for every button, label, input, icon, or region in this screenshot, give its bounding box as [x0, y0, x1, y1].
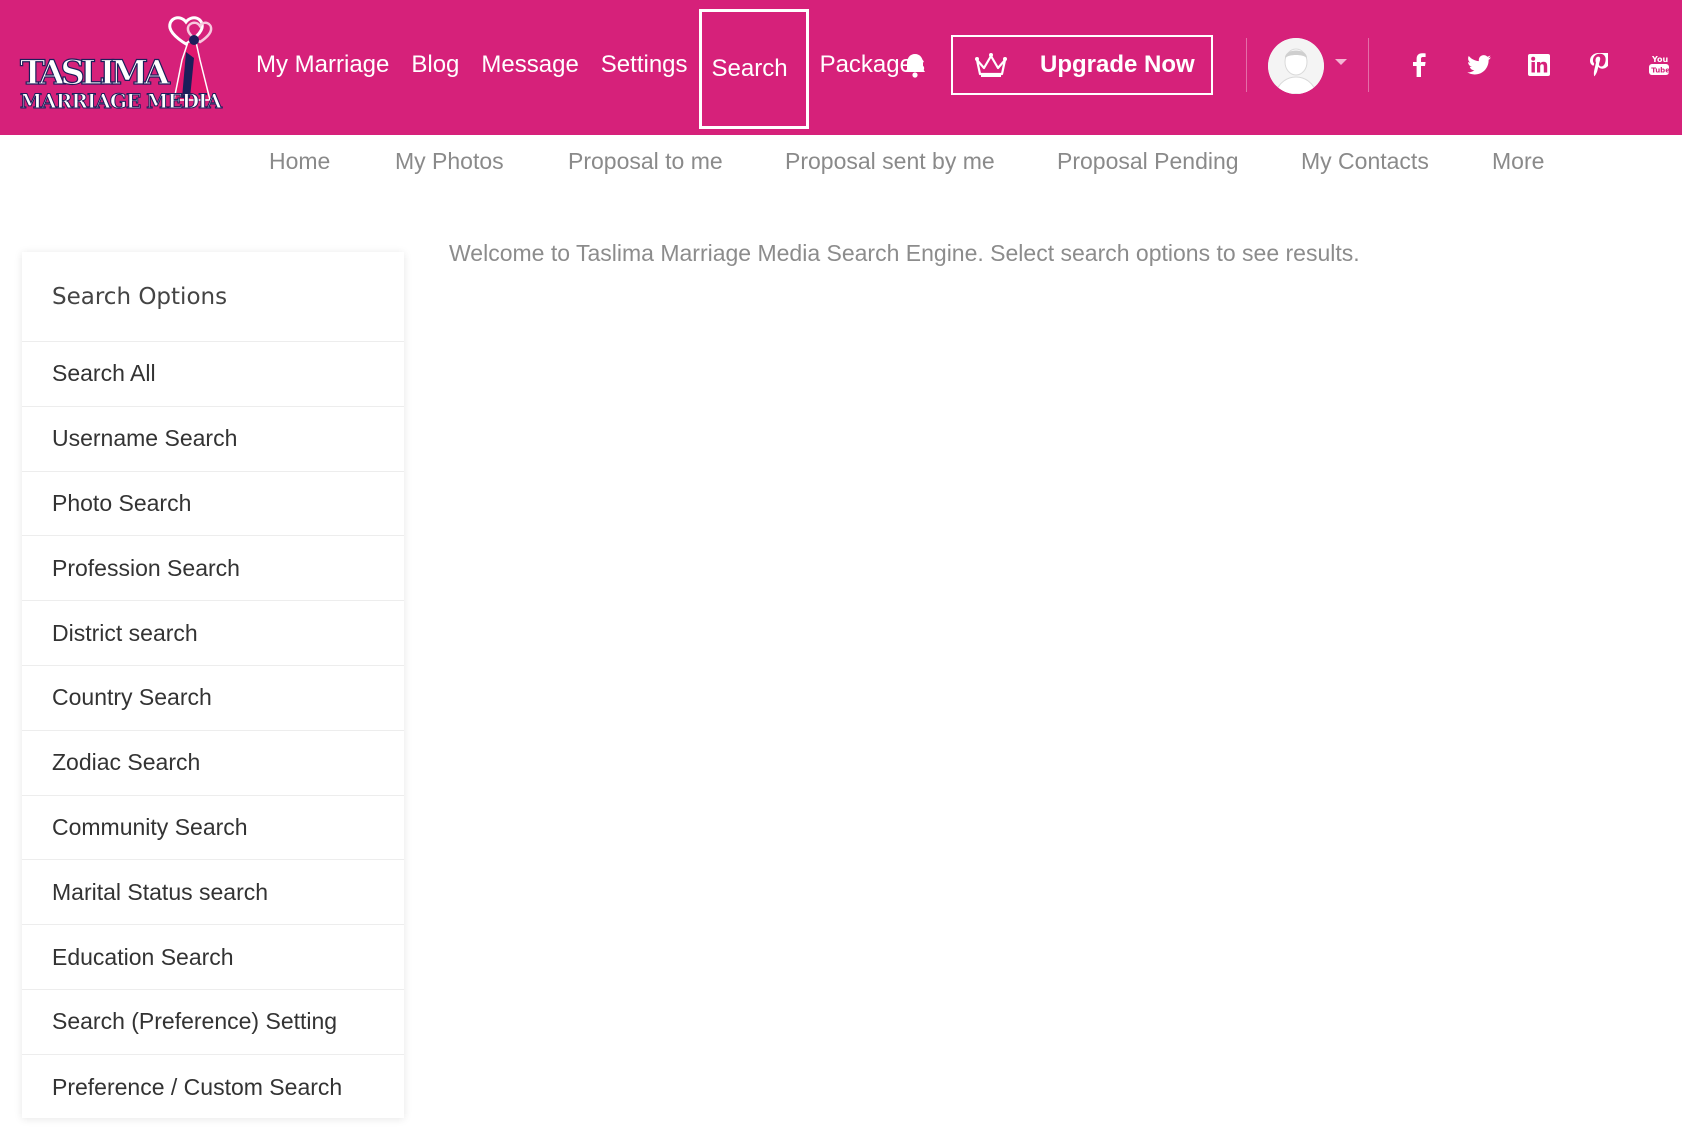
upgrade-now-button[interactable]: Upgrade Now: [951, 35, 1213, 95]
avatar-icon[interactable]: [1268, 38, 1324, 94]
sub-nav: Home My Photos Proposal to me Proposal s…: [0, 140, 1682, 188]
facebook-icon[interactable]: [1404, 50, 1434, 80]
nav-message[interactable]: Message: [470, 5, 589, 125]
subnav-proposal-sent-by-me[interactable]: Proposal sent by me: [785, 148, 995, 175]
linkedin-icon[interactable]: [1524, 50, 1554, 80]
nav-blog[interactable]: Blog: [400, 5, 470, 125]
svg-text:You: You: [1651, 55, 1669, 64]
twitter-icon[interactable]: [1464, 50, 1494, 80]
upgrade-now-label: Upgrade Now: [1040, 51, 1195, 78]
logo-image: TASLIMA MARRIAGE MEDIA: [19, 16, 223, 114]
crown-icon: [975, 53, 1007, 77]
sidebar-item-country-search[interactable]: Country Search: [22, 666, 404, 731]
subnav-proposal-to-me[interactable]: Proposal to me: [568, 148, 723, 175]
subnav-more[interactable]: More: [1492, 148, 1544, 175]
nav-search[interactable]: Search: [698, 8, 809, 129]
caret-down-icon[interactable]: [1335, 59, 1347, 65]
sidebar-item-zodiac-search[interactable]: Zodiac Search: [22, 731, 404, 796]
sidebar-item-community-search[interactable]: Community Search: [22, 796, 404, 861]
subnav-home[interactable]: Home: [269, 148, 330, 175]
sidebar-item-profession-search[interactable]: Profession Search: [22, 536, 404, 602]
divider: [1368, 38, 1369, 92]
search-options-panel: Search Options Search All Username Searc…: [22, 252, 404, 1118]
sidebar-item-custom-search[interactable]: Preference / Custom Search: [22, 1055, 404, 1120]
sidebar-item-preference-setting[interactable]: Search (Preference) Setting: [22, 990, 404, 1055]
sidebar-item-education-search[interactable]: Education Search: [22, 925, 404, 990]
logo-text-line1: TASLIMA: [20, 53, 171, 93]
subnav-my-photos[interactable]: My Photos: [395, 148, 504, 175]
sidebar-item-username-search[interactable]: Username Search: [22, 407, 404, 472]
sidebar-item-photo-search[interactable]: Photo Search: [22, 472, 404, 537]
sidebar-item-marital-status-search[interactable]: Marital Status search: [22, 860, 404, 926]
top-navbar: TASLIMA MARRIAGE MEDIA My Marriage Blog …: [0, 0, 1682, 135]
subnav-my-contacts[interactable]: My Contacts: [1301, 148, 1429, 175]
bell-icon[interactable]: [903, 52, 927, 78]
welcome-message: Welcome to Taslima Marriage Media Search…: [449, 240, 1360, 266]
pinterest-icon[interactable]: [1584, 50, 1614, 80]
youtube-icon[interactable]: You Tube: [1644, 50, 1674, 80]
logo-text-line2: MARRIAGE MEDIA: [20, 89, 222, 113]
main-nav: My Marriage Blog Message Settings Search…: [245, 0, 936, 130]
search-options-title: Search Options: [22, 252, 404, 342]
sidebar-item-district-search[interactable]: District search: [22, 601, 404, 666]
divider: [1246, 38, 1247, 92]
nav-settings[interactable]: Settings: [590, 5, 699, 125]
site-logo[interactable]: TASLIMA MARRIAGE MEDIA: [18, 12, 226, 116]
svg-text:Tube: Tube: [1651, 67, 1670, 75]
subnav-proposal-pending[interactable]: Proposal Pending: [1057, 148, 1239, 175]
sidebar-item-search-all[interactable]: Search All: [22, 342, 404, 407]
nav-my-marriage[interactable]: My Marriage: [245, 5, 400, 125]
